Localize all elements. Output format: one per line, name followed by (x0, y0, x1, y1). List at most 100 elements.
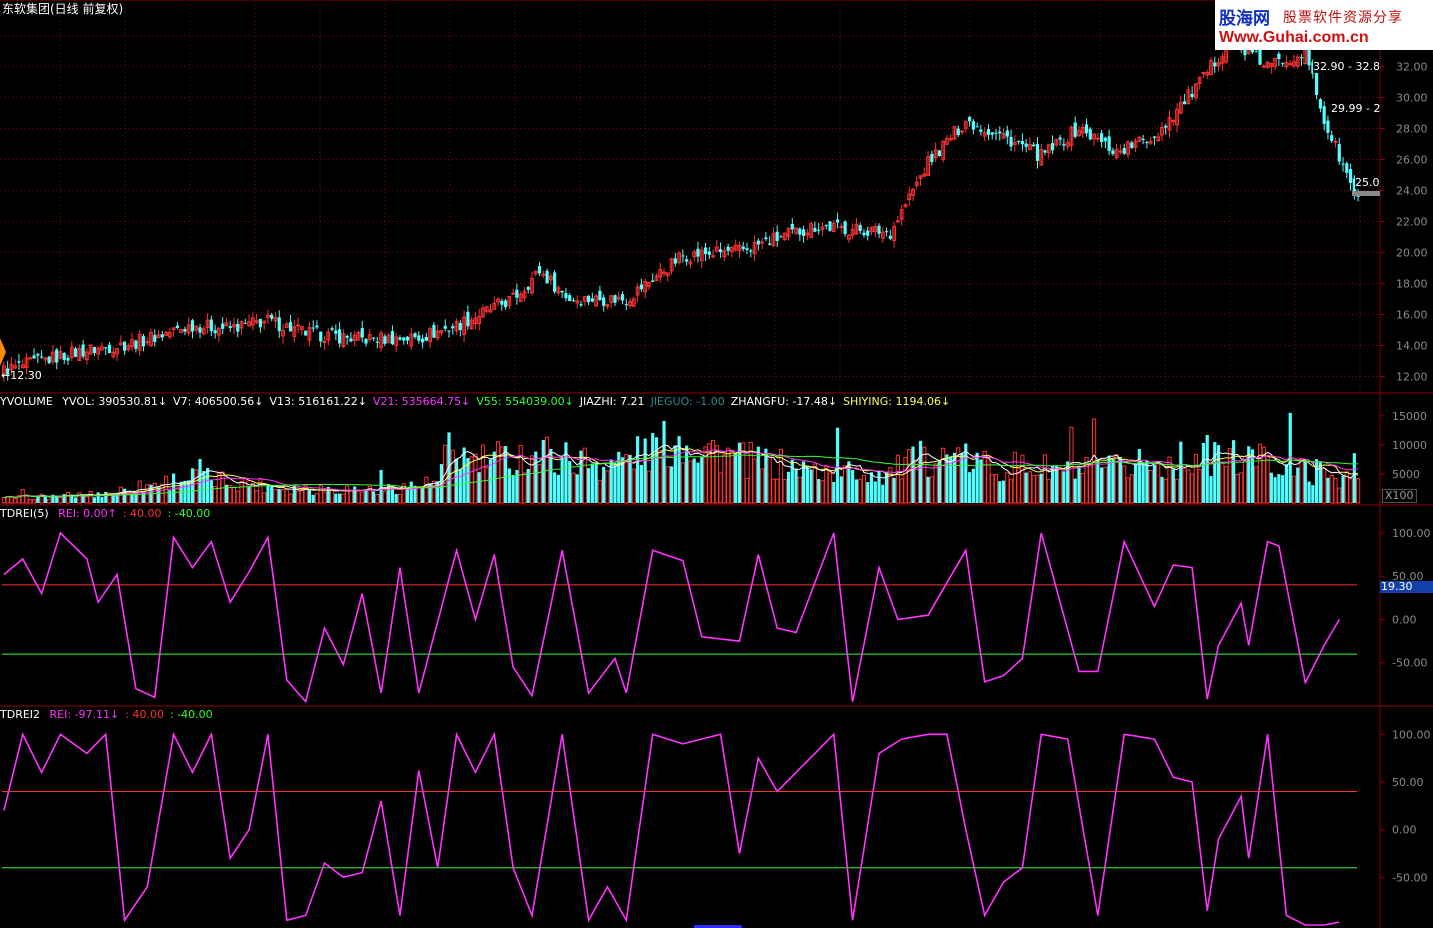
candle (153, 329, 157, 347)
candle (1269, 62, 1274, 74)
candle (1114, 144, 1119, 160)
volume-bar (700, 457, 704, 503)
volume-bar (858, 478, 863, 504)
candle-body (104, 347, 108, 349)
candle (62, 352, 66, 365)
volume-bar (832, 481, 836, 503)
candle (171, 327, 176, 338)
volume-bar (696, 462, 700, 503)
indicator-name: TDREI2 (0, 708, 41, 721)
candle-body (213, 330, 217, 334)
candle-body (175, 325, 180, 328)
candle (560, 290, 564, 298)
candle (1111, 147, 1115, 156)
candle-body (198, 327, 202, 333)
candle (1118, 144, 1123, 155)
candle-body (32, 355, 36, 359)
volume-bar (1148, 470, 1153, 504)
candle (1148, 136, 1153, 146)
indicator-name: TDREI(5) (0, 507, 49, 520)
volume-bar (258, 477, 263, 504)
candle (548, 273, 553, 285)
candle (288, 314, 293, 332)
price-axis-label: 16.00 (1396, 309, 1428, 322)
candle-body (568, 295, 572, 302)
candle (398, 335, 402, 341)
candle-body (66, 357, 70, 361)
volume-bar (198, 458, 202, 503)
candle-body (685, 259, 689, 262)
candle-body (55, 349, 59, 363)
candle-body (930, 153, 934, 163)
price-axis-label: 26.00 (1396, 154, 1428, 167)
candle (17, 353, 21, 370)
candle (1122, 143, 1126, 155)
price-axis-label: 12.00 (1396, 371, 1428, 384)
candle-body (107, 344, 112, 353)
volume-bar (1341, 475, 1345, 503)
candle (771, 227, 776, 248)
candle (1213, 56, 1217, 73)
volume-bar (590, 463, 594, 503)
candle (1288, 60, 1293, 66)
candle (349, 332, 353, 343)
volume-bar (1190, 473, 1195, 504)
candle-body (1103, 137, 1107, 142)
candle-body (824, 225, 828, 227)
volume-bar (714, 445, 719, 504)
candle-body (40, 356, 44, 358)
candle (609, 294, 614, 308)
candle (741, 241, 745, 252)
volume-bar (314, 493, 320, 504)
candle (590, 292, 594, 303)
candle-body (843, 221, 847, 235)
candle-body (1318, 99, 1322, 109)
volume-bar (1141, 463, 1145, 503)
volume-bar (360, 491, 365, 504)
candle-body (228, 326, 232, 329)
candle (805, 228, 810, 241)
candle (828, 220, 832, 232)
volume-bar (636, 436, 640, 503)
candle-body (726, 246, 730, 251)
volume-bar (1035, 474, 1040, 504)
volume-bar (767, 456, 772, 504)
volume-bar (1096, 460, 1100, 503)
candle (722, 246, 727, 261)
volume-bar (84, 496, 89, 504)
candle (28, 356, 33, 360)
candle (930, 150, 934, 166)
candle-body (1141, 138, 1145, 140)
volume-bar (639, 465, 643, 503)
candle-body (338, 329, 342, 344)
candle-body (92, 347, 97, 354)
candle (1054, 138, 1059, 147)
candle (160, 330, 164, 341)
price-axis-label: 18.00 (1396, 278, 1428, 291)
candle-body (258, 318, 262, 328)
candle-body (937, 150, 941, 157)
candle (888, 229, 892, 241)
indicator-value: JIEGUO: -1.00 (650, 395, 725, 408)
indicator-value: : 40.00 (122, 507, 162, 520)
candle-body (884, 231, 889, 233)
volume-bar (55, 496, 59, 503)
candle (421, 334, 425, 349)
candle-body (349, 338, 353, 342)
chart-canvas[interactable]: 34.0032.0030.0028.0026.0024.0022.0020.00… (0, 0, 1433, 928)
volume-bar (835, 427, 840, 503)
candle (104, 346, 108, 356)
volume-bar (382, 490, 387, 504)
candle (432, 321, 436, 339)
candle (224, 317, 229, 327)
candle-body (639, 284, 643, 290)
volume-bar (1179, 441, 1183, 503)
volume-bar (518, 444, 523, 504)
volume-bar (104, 491, 108, 503)
candle (1009, 129, 1013, 151)
candle-body (1315, 71, 1319, 96)
volume-bar (582, 447, 587, 504)
candle-body (511, 292, 516, 295)
volume-bar (1031, 475, 1036, 504)
candle-body (545, 270, 549, 284)
